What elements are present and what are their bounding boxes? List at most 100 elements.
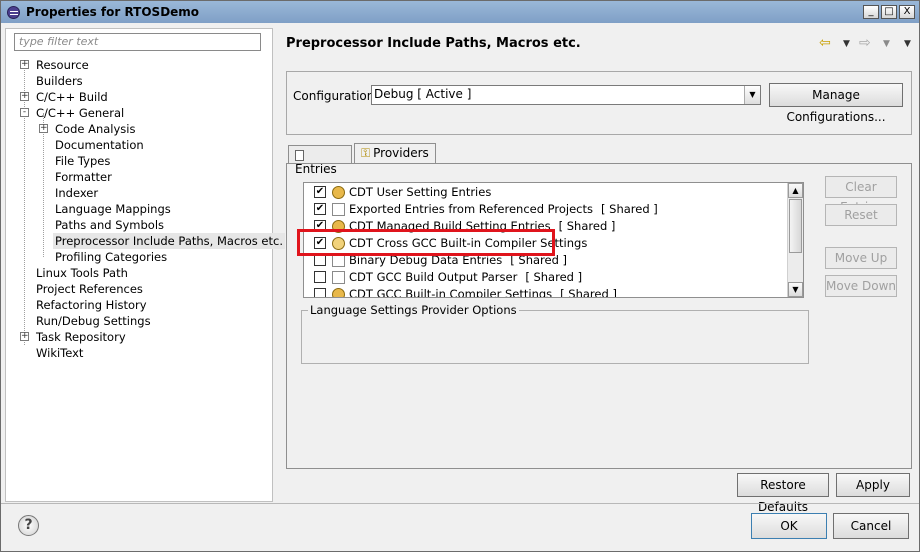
page-title: Preprocessor Include Paths, Macros etc. xyxy=(286,36,581,51)
expand-icon[interactable]: + xyxy=(20,92,29,101)
provider-row[interactable]: Binary Debug Data Entries [ Shared ] xyxy=(304,252,790,269)
provider-label: CDT Cross GCC Built-in Compiler Settings xyxy=(349,235,587,252)
sidebar-item-project-references[interactable]: Project References xyxy=(14,281,264,297)
sidebar-item-task-repository[interactable]: + Task Repository xyxy=(14,329,264,345)
sidebar-item-label: File Types xyxy=(55,154,111,168)
managed-build-icon xyxy=(332,220,345,233)
forward-arrow-icon[interactable]: ⇨ xyxy=(859,35,871,51)
close-button[interactable]: X xyxy=(899,5,915,19)
build-output-icon xyxy=(332,271,345,284)
provider-checkbox[interactable] xyxy=(314,254,326,266)
tab-entries[interactable]: Entries xyxy=(288,145,352,176)
sidebar-item-refactoring-history[interactable]: Refactoring History xyxy=(14,297,264,313)
provider-label: Exported Entries from Referenced Project… xyxy=(349,201,658,218)
expand-icon[interactable]: + xyxy=(20,60,29,69)
scroll-down-icon[interactable]: ▼ xyxy=(788,282,803,297)
filter-input[interactable]: type filter text xyxy=(14,33,261,51)
configuration-label: Configuration: xyxy=(293,89,379,103)
view-menu-icon[interactable]: ▼ xyxy=(904,39,911,49)
providers-scrollbar[interactable]: ▲ ▼ xyxy=(787,183,803,297)
chevron-down-icon[interactable]: ▼ xyxy=(744,86,760,104)
sidebar-item-linux-tools-path[interactable]: Linux Tools Path xyxy=(14,265,264,281)
scroll-up-icon[interactable]: ▲ xyxy=(788,183,803,198)
provider-checkbox[interactable] xyxy=(314,288,326,297)
back-arrow-icon[interactable]: ⇦ xyxy=(819,35,831,51)
restore-defaults-button[interactable]: Restore Defaults xyxy=(737,473,829,514)
shared-badge: [ Shared ] xyxy=(558,219,616,233)
tab-providers[interactable]: ⚿ Providers xyxy=(354,143,436,164)
provider-label: CDT GCC Built-in Compiler Settings [ Shar… xyxy=(349,286,617,297)
expand-icon[interactable]: + xyxy=(20,332,29,341)
provider-checkbox[interactable]: ✔ xyxy=(314,186,326,198)
collapse-icon[interactable]: - xyxy=(20,108,29,117)
provider-options-group: Language Settings Provider Options xyxy=(301,303,809,364)
provider-checkbox[interactable]: ✔ xyxy=(314,237,326,249)
move-up-button[interactable]: Move Up xyxy=(825,247,897,269)
minimize-button[interactable]: _ xyxy=(863,5,879,19)
providers-key-icon: ⚿ xyxy=(361,146,371,160)
sidebar: type filter text + Resource Builders + C/C… xyxy=(5,28,285,502)
sidebar-item-label: Refactoring History xyxy=(36,298,147,312)
provider-label: Binary Debug Data Entries [ Shared ] xyxy=(349,252,567,269)
sidebar-item-label: C/C++ Build xyxy=(36,90,108,104)
clear-entries-button[interactable]: Clear Entries xyxy=(825,176,897,214)
manage-configurations-button[interactable]: Manage Configurations... xyxy=(769,83,903,124)
provider-row[interactable]: CDT GCC Build Output Parser [ Shared ] xyxy=(304,269,790,286)
sidebar-item-label: Code Analysis xyxy=(55,122,136,136)
sidebar-item-preprocessor-include-paths[interactable]: Preprocessor Include Paths, Macros etc. xyxy=(14,233,285,249)
maximize-button[interactable]: □ xyxy=(881,5,897,19)
sidebar-item-label: Project References xyxy=(36,282,143,296)
back-menu-chevron-icon[interactable]: ▼ xyxy=(843,39,850,49)
sidebar-item-wikitext[interactable]: WikiText xyxy=(14,345,264,361)
provider-checkbox[interactable]: ✔ xyxy=(314,220,326,232)
provider-row[interactable]: ✔ Exported Entries from Referenced Proje… xyxy=(304,201,790,218)
provider-options-label: Language Settings Provider Options xyxy=(308,303,519,317)
sidebar-item-paths-and-symbols[interactable]: Paths and Symbols xyxy=(14,217,264,233)
ok-button[interactable]: OK xyxy=(751,513,827,539)
sidebar-item-language-mappings[interactable]: Language Mappings xyxy=(14,201,264,217)
sidebar-item-formatter[interactable]: Formatter xyxy=(14,169,264,185)
binary-debug-icon xyxy=(332,254,345,267)
sidebar-item-code-analysis[interactable]: + Code Analysis xyxy=(14,121,264,137)
sidebar-item-indexer[interactable]: Indexer xyxy=(14,185,264,201)
provider-row[interactable]: ✔ CDT User Setting Entries xyxy=(304,184,790,201)
compiler-settings-icon xyxy=(332,237,345,250)
sidebar-item-documentation[interactable]: Documentation xyxy=(14,137,264,153)
sidebar-item-resource[interactable]: + Resource xyxy=(14,57,264,73)
move-down-button[interactable]: Move Down xyxy=(825,275,897,297)
configuration-value: Debug [ Active ] xyxy=(374,87,472,101)
configuration-group: Configuration: Debug [ Active ] ▼ Manage… xyxy=(286,71,912,135)
sidebar-item-label: C/C++ General xyxy=(36,106,125,120)
provider-checkbox[interactable] xyxy=(314,271,326,283)
provider-name: CDT User Setting Entries xyxy=(349,185,492,199)
configuration-select[interactable]: Debug [ Active ] ▼ xyxy=(371,85,761,105)
cancel-button[interactable]: Cancel xyxy=(833,513,909,539)
reset-button[interactable]: Reset xyxy=(825,204,897,226)
sidebar-item-label: Run/Debug Settings xyxy=(36,314,151,328)
sidebar-item-label: Resource xyxy=(36,58,89,72)
sidebar-item-builders[interactable]: Builders xyxy=(14,73,264,89)
expand-icon[interactable]: + xyxy=(39,124,48,133)
shared-badge: [ Shared ] xyxy=(560,287,617,297)
apply-button[interactable]: Apply xyxy=(836,473,910,497)
footer-separator xyxy=(1,503,919,504)
shared-badge: [ Shared ] xyxy=(525,270,583,284)
sidebar-item-label: Documentation xyxy=(55,138,144,152)
sidebar-item-run-debug-settings[interactable]: Run/Debug Settings xyxy=(14,313,264,329)
forward-menu-chevron-icon[interactable]: ▼ xyxy=(883,39,890,49)
sidebar-item-cpp-general[interactable]: - C/C++ General xyxy=(14,105,264,121)
provider-checkbox[interactable]: ✔ xyxy=(314,203,326,215)
provider-row[interactable]: ✔ CDT Managed Build Setting Entries [ Sha… xyxy=(304,218,790,235)
provider-row[interactable]: CDT GCC Built-in Compiler Settings [ Shar… xyxy=(304,286,790,297)
help-icon[interactable]: ? xyxy=(18,515,39,536)
sidebar-item-label: Paths and Symbols xyxy=(55,218,165,232)
sidebar-item-file-types[interactable]: File Types xyxy=(14,153,264,169)
entries-icon xyxy=(295,150,304,161)
scrollbar-thumb[interactable] xyxy=(789,199,802,253)
sidebar-item-cpp-build[interactable]: + C/C++ Build xyxy=(14,89,264,105)
sidebar-item-label: Preprocessor Include Paths, Macros etc. xyxy=(53,233,285,249)
eclipse-icon xyxy=(7,6,20,19)
provider-row[interactable]: ✔ CDT Cross GCC Built-in Compiler Settin… xyxy=(304,235,790,252)
sidebar-item-label: Language Mappings xyxy=(55,202,171,216)
sidebar-item-profiling-categories[interactable]: Profiling Categories xyxy=(14,249,264,265)
